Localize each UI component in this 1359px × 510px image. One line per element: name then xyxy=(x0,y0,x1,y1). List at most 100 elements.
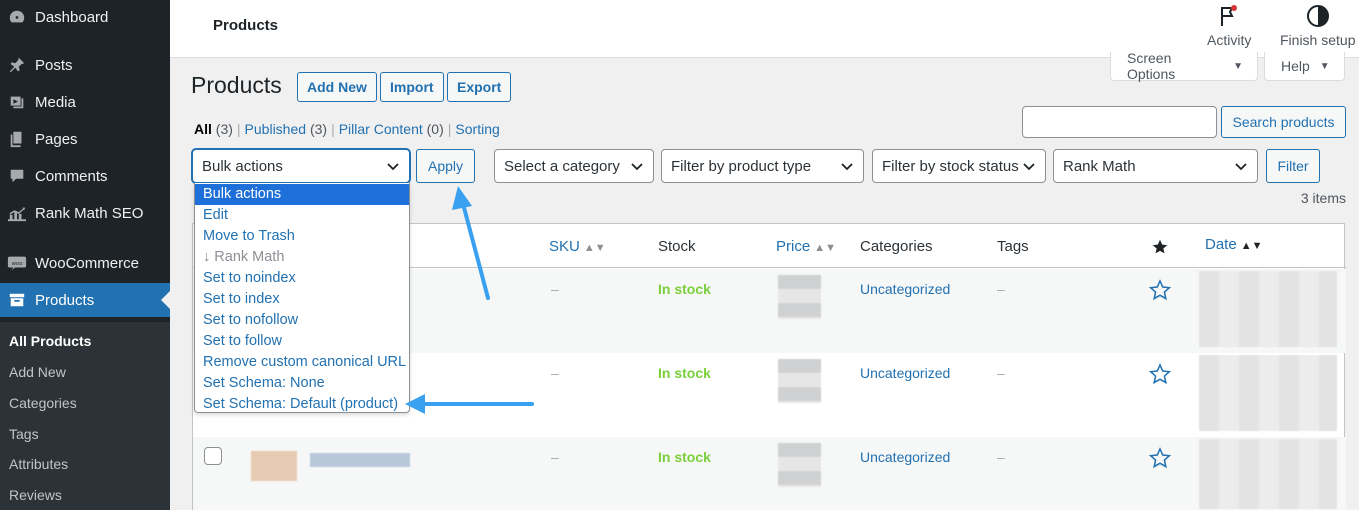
export-button[interactable]: Export xyxy=(447,72,512,102)
column-tags: Tags xyxy=(997,238,1029,255)
chevron-down-icon xyxy=(1023,163,1035,171)
column-stock: Stock xyxy=(658,238,696,255)
sku-cell: – xyxy=(551,365,559,381)
sidebar-item-label: Products xyxy=(35,291,95,309)
option-set-follow[interactable]: Set to follow xyxy=(195,331,409,352)
option-set-noindex[interactable]: Set to noindex xyxy=(195,268,409,289)
admin-sidebar: Dashboard Posts Media Pages Comments Ran… xyxy=(0,0,170,510)
chevron-down-icon xyxy=(631,163,643,171)
sort-icon: ▲▼ xyxy=(583,242,606,254)
column-sku[interactable]: SKU ▲▼ xyxy=(549,238,606,255)
category-link[interactable]: Uncategorized xyxy=(860,281,950,297)
category-link[interactable]: Uncategorized xyxy=(860,449,950,465)
add-new-button[interactable]: Add New xyxy=(297,72,377,102)
category-select[interactable]: Select a category xyxy=(494,149,654,183)
screen-options-button[interactable]: Screen Options ▼ xyxy=(1110,50,1258,82)
sidebar-item-label: WooCommerce xyxy=(35,254,139,272)
product-thumbnail-blurred xyxy=(251,451,297,481)
product-name-blurred[interactable] xyxy=(310,453,410,467)
optgroup-rank-math: ↓ Rank Math xyxy=(203,249,285,265)
comment-icon xyxy=(6,166,28,186)
submenu-add-new[interactable]: Add New xyxy=(9,364,66,380)
apply-button[interactable]: Apply xyxy=(416,149,475,183)
import-button[interactable]: Import xyxy=(380,72,444,102)
date-blurred xyxy=(1199,355,1337,431)
sidebar-item-dashboard[interactable]: Dashboard xyxy=(0,0,170,34)
search-products-button[interactable]: Search products xyxy=(1221,106,1346,138)
caret-down-icon: ▼ xyxy=(1233,60,1243,72)
option-bulk-actions[interactable]: Bulk actions xyxy=(195,184,409,205)
tags-cell: – xyxy=(997,365,1005,381)
pages-icon xyxy=(6,129,28,149)
search-input[interactable] xyxy=(1022,106,1217,138)
column-date[interactable]: Date ▲▼ xyxy=(1205,236,1262,253)
view-all[interactable]: All (3) xyxy=(194,121,233,137)
option-edit[interactable]: Edit xyxy=(195,205,409,226)
sidebar-item-woocommerce[interactable]: woo WooCommerce xyxy=(0,246,170,280)
activity-label: Activity xyxy=(1207,32,1252,48)
category-value: Select a category xyxy=(504,157,620,175)
archive-icon xyxy=(6,290,28,310)
option-set-index[interactable]: Set to index xyxy=(195,289,409,310)
svg-text:woo: woo xyxy=(11,261,23,267)
price-blurred xyxy=(778,443,821,487)
stock-cell: In stock xyxy=(658,449,711,465)
help-button[interactable]: Help ▼ xyxy=(1264,52,1345,81)
chevron-down-icon xyxy=(1235,163,1247,171)
view-published[interactable]: Published (3) xyxy=(245,121,328,137)
option-set-nofollow[interactable]: Set to nofollow xyxy=(195,310,409,331)
sidebar-item-comments[interactable]: Comments xyxy=(0,159,170,193)
woo-icon: woo xyxy=(6,253,28,273)
option-remove-canonical[interactable]: Remove custom canonical URL xyxy=(195,352,409,373)
products-submenu: All Products Add New Categories Tags Att… xyxy=(0,322,170,510)
sidebar-item-media[interactable]: Media xyxy=(0,85,170,119)
sort-desc-icon: ▲▼ xyxy=(1240,240,1263,252)
table-row: – In stock Uncategorized – xyxy=(193,437,1346,510)
view-pillar-content[interactable]: Pillar Content (0) xyxy=(339,121,444,137)
sidebar-item-label: Posts xyxy=(35,56,73,74)
star-outline-icon[interactable] xyxy=(1149,363,1171,385)
option-schema-none[interactable]: Set Schema: None xyxy=(195,373,409,394)
sidebar-item-label: Pages xyxy=(35,130,78,148)
chart-icon xyxy=(6,203,28,223)
price-blurred xyxy=(778,359,821,403)
column-categories: Categories xyxy=(860,238,933,255)
option-move-to-trash[interactable]: Move to Trash xyxy=(195,226,409,247)
star-outline-icon[interactable] xyxy=(1149,447,1171,469)
submenu-attributes[interactable]: Attributes xyxy=(9,456,68,472)
activity-button[interactable]: Activity xyxy=(1207,4,1251,48)
stock-status-value: Filter by stock status xyxy=(882,157,1019,175)
bulk-actions-select[interactable]: Bulk actions xyxy=(192,149,410,183)
chevron-down-icon xyxy=(387,163,399,171)
date-blurred xyxy=(1199,439,1337,509)
sidebar-item-pages[interactable]: Pages xyxy=(0,122,170,156)
sidebar-item-rank-math[interactable]: Rank Math SEO xyxy=(0,196,170,230)
submenu-tags[interactable]: Tags xyxy=(9,426,39,442)
row-checkbox[interactable] xyxy=(204,447,222,465)
breadcrumb: Products xyxy=(213,17,279,34)
price-blurred xyxy=(778,275,821,319)
product-type-select[interactable]: Filter by product type xyxy=(661,149,864,183)
star-outline-icon[interactable] xyxy=(1149,279,1171,301)
finish-setup-button[interactable]: Finish setup xyxy=(1280,4,1355,48)
rank-math-select[interactable]: Rank Math xyxy=(1053,149,1258,183)
column-price[interactable]: Price ▲▼ xyxy=(776,238,836,255)
submenu-all-products[interactable]: All Products xyxy=(9,333,91,349)
submenu-categories[interactable]: Categories xyxy=(9,395,77,411)
media-icon xyxy=(6,92,28,112)
view-sorting[interactable]: Sorting xyxy=(455,121,499,137)
stock-status-select[interactable]: Filter by stock status xyxy=(872,149,1046,183)
sort-icon: ▲▼ xyxy=(814,242,836,254)
sidebar-item-label: Rank Math SEO xyxy=(35,204,144,222)
submenu-reviews[interactable]: Reviews xyxy=(9,487,62,503)
sku-cell: – xyxy=(551,281,559,297)
sidebar-item-posts[interactable]: Posts xyxy=(0,48,170,82)
filter-button[interactable]: Filter xyxy=(1266,149,1320,183)
option-schema-default-product[interactable]: Set Schema: Default (product) xyxy=(195,394,409,415)
rank-math-value: Rank Math xyxy=(1063,157,1136,175)
featured-star-icon[interactable] xyxy=(1152,239,1168,255)
sidebar-item-products[interactable]: Products xyxy=(0,283,170,317)
category-link[interactable]: Uncategorized xyxy=(860,365,950,381)
page-title: Products xyxy=(191,72,282,98)
pin-icon xyxy=(6,55,28,75)
